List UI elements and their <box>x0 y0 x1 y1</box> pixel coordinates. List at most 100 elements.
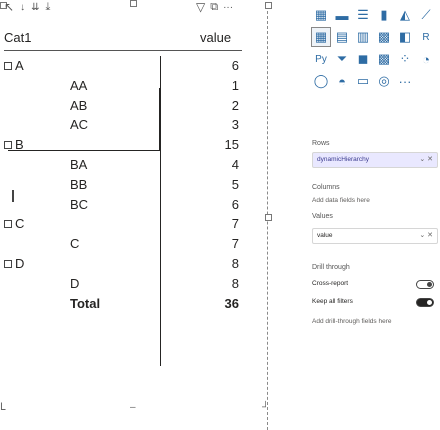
donut-icon[interactable]: ◯ <box>312 72 330 90</box>
row-label: AC <box>70 115 88 135</box>
column-header-values[interactable]: value <box>200 30 231 45</box>
row-label: BA <box>70 155 87 175</box>
field-options-icon[interactable]: ⌄ ✕ <box>419 153 433 167</box>
total-row[interactable]: Total 36 <box>4 294 242 314</box>
drill-up-icon[interactable]: ↖ <box>4 0 14 14</box>
row-label-text: BC <box>70 196 89 212</box>
field-options-icon[interactable]: ⌄ ✕ <box>419 229 433 243</box>
table-row[interactable]: AB 2 <box>4 96 242 116</box>
table-row[interactable]: BC 6 <box>4 195 242 215</box>
column-header-rows[interactable]: Cat1 <box>4 30 31 45</box>
row-label: A <box>4 56 24 76</box>
row-label-text: Total <box>70 295 101 311</box>
cell-value: 4 <box>231 156 239 172</box>
keep-filters-label: Keep all filters <box>312 298 353 305</box>
values-section-label: Values <box>312 213 333 220</box>
waterfall-icon[interactable]: ▥ <box>354 28 372 46</box>
cell-value: 8 <box>231 255 239 271</box>
resize-handle[interactable] <box>265 2 272 9</box>
cross-report-row: Cross-report <box>312 280 438 289</box>
row-label: D <box>4 254 24 274</box>
slicer-icon[interactable]: R <box>417 28 435 46</box>
collapse-icon[interactable] <box>4 219 12 228</box>
stacked-bar-icon[interactable]: ▬ <box>333 6 351 24</box>
row-label: D <box>70 274 79 294</box>
card-icon[interactable]: ▭ <box>354 72 372 90</box>
r-icon[interactable]: ▩ <box>375 50 393 68</box>
row-label: AB <box>70 96 87 116</box>
scatter-icon[interactable]: ⁘ <box>396 50 414 68</box>
values-field-name: value <box>317 232 333 239</box>
values-field-well[interactable]: value ⌄ ✕ <box>312 228 438 244</box>
funnel-icon[interactable]: ⏷ <box>333 50 351 68</box>
table-row[interactable]: D8 <box>4 274 242 294</box>
expand-all-icon[interactable]: ⇊ <box>31 2 39 13</box>
matrix-icon[interactable]: ▦ <box>311 27 331 47</box>
visual-gallery: ▦ ▬ ☰ ▮ ◭ ⟋ ▦ ▤ ▥ ▩ ◧ R Py ⏷ ◼ ▩ ⁘ ◔ ◯ ◓ ▭ ◎ ··· <box>311 6 435 90</box>
cell-value: 3 <box>231 117 239 133</box>
cross-report-toggle[interactable] <box>416 280 434 289</box>
collapse-icon[interactable] <box>4 259 12 268</box>
row-label-text: AC <box>70 117 89 133</box>
table-row[interactable]: BA 4 <box>4 155 242 175</box>
table-row[interactable]: D8 <box>4 254 242 274</box>
row-label: C <box>70 234 79 254</box>
row-label-text: A <box>15 58 24 73</box>
cell-value: 7 <box>231 236 239 252</box>
footer-marker: ᒪ <box>0 402 6 413</box>
header-divider <box>4 50 242 51</box>
line-icon[interactable]: ⟋ <box>417 6 435 24</box>
gauge-icon[interactable]: ◓ <box>333 72 351 90</box>
row-label: Total <box>70 294 100 314</box>
clustered-bar-icon[interactable]: ☰ <box>354 6 372 24</box>
drill-mode-icon[interactable]: ⤓ <box>45 1 50 14</box>
row-label-text: BB <box>70 176 88 192</box>
visual-header-icons: ▽ ⧉ ··· <box>196 0 233 14</box>
row-label: B <box>4 135 24 155</box>
resize-handle[interactable] <box>130 0 137 7</box>
python-icon[interactable]: Py <box>312 50 330 68</box>
pie-icon[interactable]: ◔ <box>417 50 435 68</box>
table-icon[interactable]: ▦ <box>312 6 330 24</box>
columns-hint[interactable]: Add data fields here <box>312 197 370 204</box>
row-label: BB <box>70 175 87 195</box>
table-row[interactable]: C7 <box>4 214 242 234</box>
drill-down-icon[interactable]: ↓ <box>20 2 25 13</box>
keep-filters-toggle[interactable] <box>416 298 434 307</box>
collapse-icon[interactable] <box>4 140 12 149</box>
cell-value: 6 <box>231 58 239 73</box>
rows-field-well[interactable]: dynamicHierarchy ⌄ ✕ <box>312 152 438 168</box>
table-row[interactable]: A6 <box>4 56 242 76</box>
table-row[interactable]: BB 5 <box>4 175 242 195</box>
map-icon[interactable]: ◧ <box>396 28 414 46</box>
cell-value: 15 <box>224 137 239 153</box>
collapse-icon[interactable] <box>4 61 12 70</box>
more-options-icon[interactable]: ··· <box>223 2 233 13</box>
more-icon[interactable]: ··· <box>396 72 414 90</box>
matrix-visual[interactable]: ↖ ↓ ⇊ ⤓ ▽ ⧉ ··· Cat1 value A 6 AA 1 AB 2 AC 3 B 1… <box>0 0 272 430</box>
table-row[interactable]: AC 3 <box>4 115 242 135</box>
key-influencers-icon[interactable]: ◎ <box>375 72 393 90</box>
kpi-icon[interactable]: ◼ <box>354 50 372 68</box>
area-icon[interactable]: ◭ <box>396 6 414 24</box>
focus-mode-icon[interactable]: ⧉ <box>210 1 218 14</box>
rows-field-name: dynamicHierarchy <box>317 156 370 163</box>
row-label-text: D <box>70 275 80 291</box>
table-row[interactable]: C7 <box>4 234 242 254</box>
matrix-body: A 6 AA 1 AB 2 AC 3 B 15 BA 4 BB 5 BC 6 C 7 C 7 D 8 D 8 Total 36 <box>4 56 242 313</box>
table-row[interactable]: B 15 <box>4 135 242 155</box>
table-row[interactable]: AA 1 <box>4 76 242 96</box>
keep-filters-row: Keep all filters <box>312 298 438 307</box>
stacked-column-icon[interactable]: ▮ <box>375 6 393 24</box>
drill-through-hint[interactable]: Add drill-through fields here <box>312 318 392 325</box>
row-label-text: C <box>15 216 25 232</box>
resize-handle[interactable] <box>265 214 272 221</box>
cell-value: 6 <box>231 196 239 212</box>
row-label: BC <box>70 195 88 215</box>
ribbon-icon[interactable]: ▤ <box>333 28 351 46</box>
bar-chart-icon[interactable]: ▩ <box>375 28 393 46</box>
row-label-text: D <box>15 255 25 271</box>
cell-value: 2 <box>231 97 239 113</box>
cell-value: 5 <box>231 176 239 192</box>
filter-icon[interactable]: ▽ <box>196 0 205 14</box>
